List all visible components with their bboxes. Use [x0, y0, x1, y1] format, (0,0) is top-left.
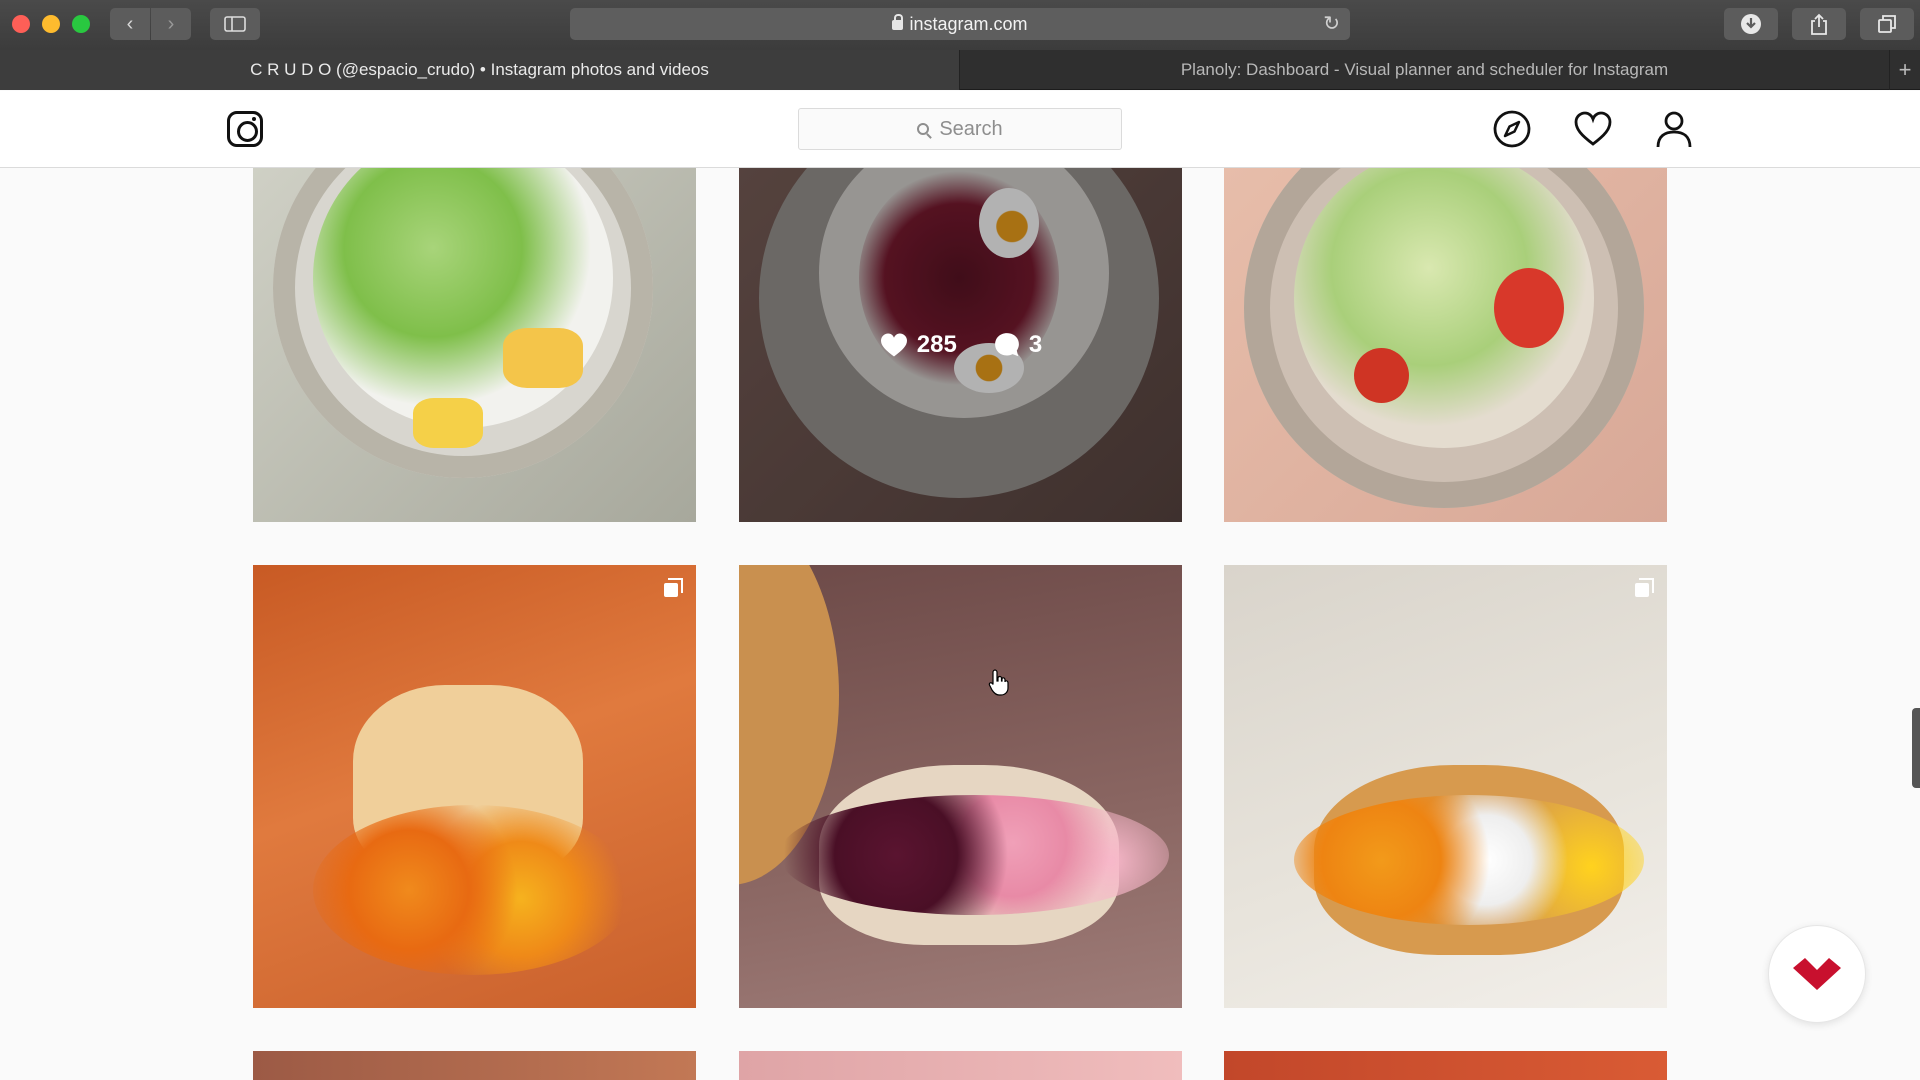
- forward-button[interactable]: ›: [151, 8, 191, 40]
- downloads-button[interactable]: [1724, 8, 1778, 40]
- profile-icon[interactable]: [1654, 109, 1694, 149]
- post-bread-pink-flowers[interactable]: [739, 565, 1182, 1008]
- likes-stat: 285: [879, 331, 957, 359]
- tabs-icon: [1878, 15, 1896, 33]
- flowers-shape: [1294, 795, 1644, 925]
- post-image: [1224, 1051, 1667, 1080]
- pineapple-shape: [503, 328, 583, 388]
- tab-instagram[interactable]: C R U D O (@espacio_crudo) • Instagram p…: [0, 50, 960, 90]
- heart-filled-icon: [880, 333, 907, 357]
- search-input[interactable]: Search: [798, 108, 1122, 150]
- post-row3-right[interactable]: [1224, 1051, 1667, 1080]
- lock-icon: [892, 14, 904, 30]
- new-tab-button[interactable]: +: [1890, 50, 1920, 90]
- post-image: [739, 1051, 1182, 1080]
- post-image: [253, 1051, 696, 1080]
- multi-photo-icon: [1635, 578, 1654, 597]
- comments-count: 3: [1028, 331, 1043, 358]
- instagram-header: Search: [0, 91, 1920, 168]
- post-image: [1224, 565, 1667, 1008]
- sidebar-icon: [224, 16, 246, 32]
- share-button[interactable]: [1792, 8, 1846, 40]
- post-row3-left[interactable]: [253, 1051, 696, 1080]
- likes-count: 285: [916, 331, 957, 358]
- post-image: [1224, 168, 1667, 522]
- url-text: instagram.com: [909, 13, 1028, 34]
- post-image: [739, 565, 1182, 1008]
- extension-logo-icon: [1793, 958, 1841, 990]
- comments-stat: 3: [993, 331, 1042, 359]
- tomato-shape-2: [1354, 348, 1409, 403]
- chevron-left-icon: ‹: [126, 12, 134, 35]
- page-scrollbar[interactable]: [1912, 708, 1920, 788]
- flowers-shape: [779, 795, 1169, 915]
- show-tabs-button[interactable]: [1860, 8, 1914, 40]
- minimize-window-button[interactable]: [42, 15, 60, 33]
- post-image: [253, 565, 696, 1008]
- address-bar[interactable]: instagram.com ↻: [570, 8, 1350, 40]
- post-row3-middle[interactable]: [739, 1051, 1182, 1080]
- floating-extension-button[interactable]: [1768, 925, 1866, 1023]
- post-salad-pineapple[interactable]: [253, 168, 696, 522]
- back-button[interactable]: ‹: [110, 8, 150, 40]
- heart-icon[interactable]: [1573, 109, 1613, 149]
- tomato-shape: [1494, 268, 1564, 348]
- post-beet-egg-salad[interactable]: 285 3: [739, 168, 1182, 522]
- post-hover-overlay: 285 3: [739, 168, 1182, 522]
- multi-photo-icon: [664, 578, 683, 597]
- chevron-right-icon: ›: [167, 12, 175, 35]
- post-image: [253, 168, 696, 522]
- pineapple-shape-2: [413, 398, 483, 448]
- comment-filled-icon: [994, 333, 1019, 357]
- download-icon: [1741, 14, 1761, 34]
- tab-planoly[interactable]: Planoly: Dashboard - Visual planner and …: [960, 50, 1890, 90]
- instagram-logo-icon[interactable]: [227, 111, 263, 147]
- reload-icon[interactable]: ↻: [1323, 11, 1340, 36]
- hand-cursor-icon: [988, 669, 1009, 696]
- fullscreen-window-button[interactable]: [72, 15, 90, 33]
- close-window-button[interactable]: [12, 15, 30, 33]
- search-icon: [917, 123, 930, 135]
- sidebar-toggle-button[interactable]: [210, 8, 260, 40]
- flowers-shape: [313, 805, 633, 975]
- post-croissant-flowers[interactable]: [1224, 565, 1667, 1008]
- post-bread-orange-flowers[interactable]: [253, 565, 696, 1008]
- post-cucumber-tomato-salad[interactable]: [1224, 168, 1667, 522]
- tab-bar: C R U D O (@espacio_crudo) • Instagram p…: [0, 50, 1920, 90]
- share-icon: [1811, 13, 1827, 35]
- search-placeholder: Search: [939, 117, 1003, 140]
- browser-titlebar: ‹ › instagram.com ↻: [0, 0, 1920, 50]
- explore-compass-icon[interactable]: [1492, 109, 1532, 149]
